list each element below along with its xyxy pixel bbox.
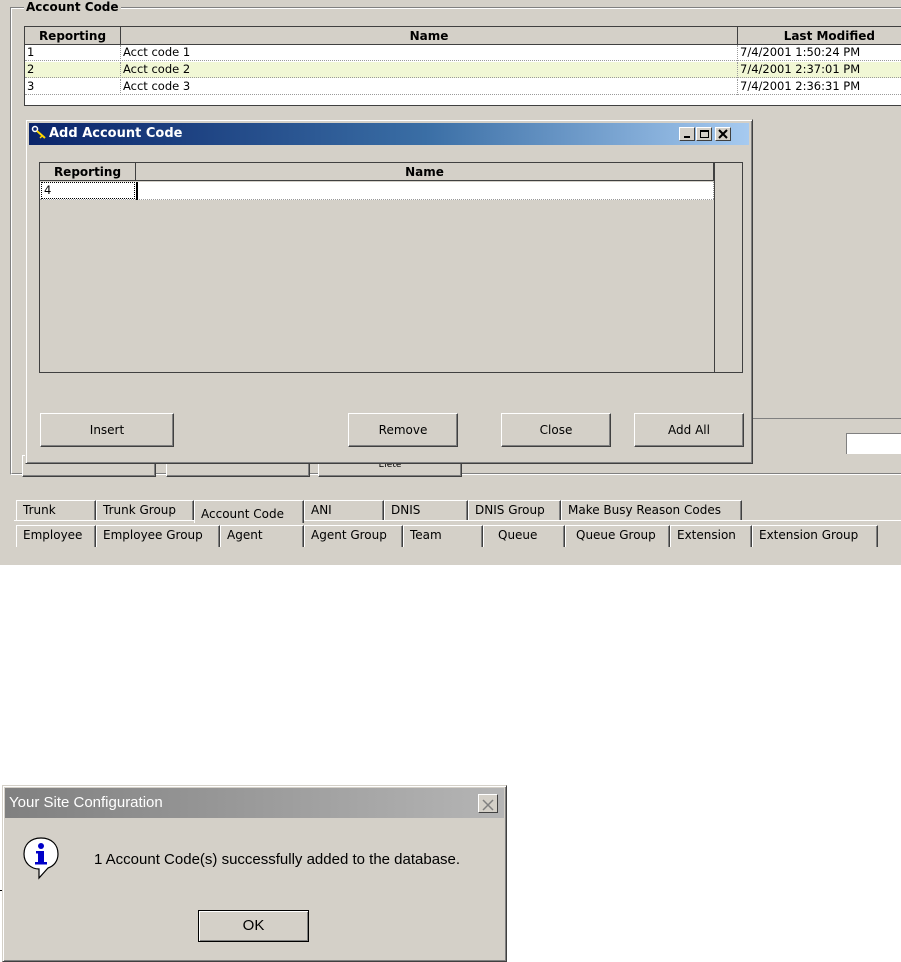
close-window-button[interactable]	[715, 127, 731, 141]
tab-extension-group[interactable]: Extension Group	[752, 525, 878, 547]
grid-border	[714, 163, 715, 372]
tab-extension[interactable]: Extension	[670, 525, 752, 547]
grid-empty-area	[40, 200, 714, 372]
cell-reporting: 1	[25, 45, 121, 61]
column-header-name[interactable]: Name	[136, 163, 714, 181]
add-all-button[interactable]: Add All	[634, 413, 744, 447]
tab-team[interactable]: Team	[403, 525, 483, 547]
name-input[interactable]	[136, 182, 714, 199]
cell-last-modified: 7/4/2001 2:36:31 PM	[740, 79, 861, 93]
message-dialog-titlebar[interactable]: Your Site Configuration	[5, 788, 504, 818]
table-row[interactable]: 3 Acct code 3 7/4/2001 2:36:31 PM	[25, 79, 901, 95]
table-row[interactable]: 4	[40, 182, 714, 200]
reporting-input[interactable]: 4	[41, 182, 135, 199]
column-header-reporting[interactable]: Reporting	[40, 163, 136, 181]
text-cursor	[136, 182, 138, 200]
status-field	[846, 433, 901, 454]
cell-last-modified: 7/4/2001 1:50:24 PM	[740, 45, 861, 59]
maximize-icon	[699, 130, 709, 138]
cell-reporting: 2	[25, 62, 121, 78]
table-row-selected[interactable]: 2 Acct code 2 7/4/2001 2:37:01 PM	[25, 62, 901, 78]
info-icon	[21, 836, 61, 880]
tab-agent-group[interactable]: Agent Group	[304, 525, 403, 547]
tab-account-code[interactable]: Account Code	[194, 500, 304, 523]
tab-dnis-group[interactable]: DNIS Group	[468, 500, 561, 520]
tab-trunk-group[interactable]: Trunk Group	[96, 500, 194, 520]
close-button[interactable]: Close	[501, 413, 611, 447]
remove-button[interactable]: Remove	[348, 413, 458, 447]
account-code-group-title: Account Code	[24, 0, 121, 14]
close-icon	[482, 799, 494, 811]
add-dialog-title: Add Account Code	[49, 126, 183, 141]
tab-ani[interactable]: ANI	[304, 500, 384, 520]
key-icon	[31, 125, 47, 141]
maximize-button[interactable]	[696, 127, 712, 141]
tab-employee[interactable]: Employee	[16, 525, 96, 547]
insert-button[interactable]: Insert	[40, 413, 174, 447]
column-header-reporting[interactable]: Reporting	[25, 27, 121, 45]
add-account-code-grid[interactable]: Reporting Name 4	[39, 162, 743, 373]
inner-panel-divider	[753, 418, 901, 419]
close-icon	[718, 129, 728, 139]
tab-agent[interactable]: Agent	[220, 525, 304, 547]
cell-reporting: 3	[25, 79, 121, 95]
cell-name: Acct code 2	[121, 62, 738, 78]
message-dialog-title: Your Site Configuration	[9, 794, 163, 811]
tab-make-busy-reason-codes[interactable]: Make Busy Reason Codes	[561, 500, 742, 520]
tab-queue-group[interactable]: Queue Group	[565, 525, 670, 547]
message-text: 1 Account Code(s) successfully added to …	[94, 851, 461, 868]
account-code-table[interactable]: Reporting Name Last Modified 1 Acct code…	[24, 26, 901, 106]
add-dialog-titlebar[interactable]: Add Account Code	[29, 123, 749, 145]
column-header-last-modified[interactable]: Last Modified	[738, 27, 901, 45]
ok-button[interactable]: OK	[198, 910, 309, 942]
tab-strip-line	[14, 520, 901, 521]
close-window-button[interactable]	[478, 794, 498, 813]
cell-name: Acct code 1	[121, 45, 738, 61]
stray-mark	[0, 890, 2, 891]
message-dialog: Your Site Configuration 1 Account Code(s…	[2, 785, 507, 962]
cell-last-modified: 7/4/2001 2:37:01 PM	[740, 62, 861, 76]
tab-trunk[interactable]: Trunk	[16, 500, 96, 520]
minimize-button[interactable]	[679, 127, 695, 141]
minimize-icon	[684, 136, 690, 138]
cell-name: Acct code 3	[121, 79, 738, 95]
add-account-code-dialog: Add Account Code Reporting Name 4 Insert…	[25, 119, 753, 464]
tab-employee-group[interactable]: Employee Group	[96, 525, 220, 547]
tab-dnis[interactable]: DNIS	[384, 500, 468, 520]
table-row[interactable]: 1 Acct code 1 7/4/2001 1:50:24 PM	[25, 45, 901, 61]
column-header-name[interactable]: Name	[121, 27, 738, 45]
tab-queue[interactable]: Queue	[483, 525, 565, 547]
